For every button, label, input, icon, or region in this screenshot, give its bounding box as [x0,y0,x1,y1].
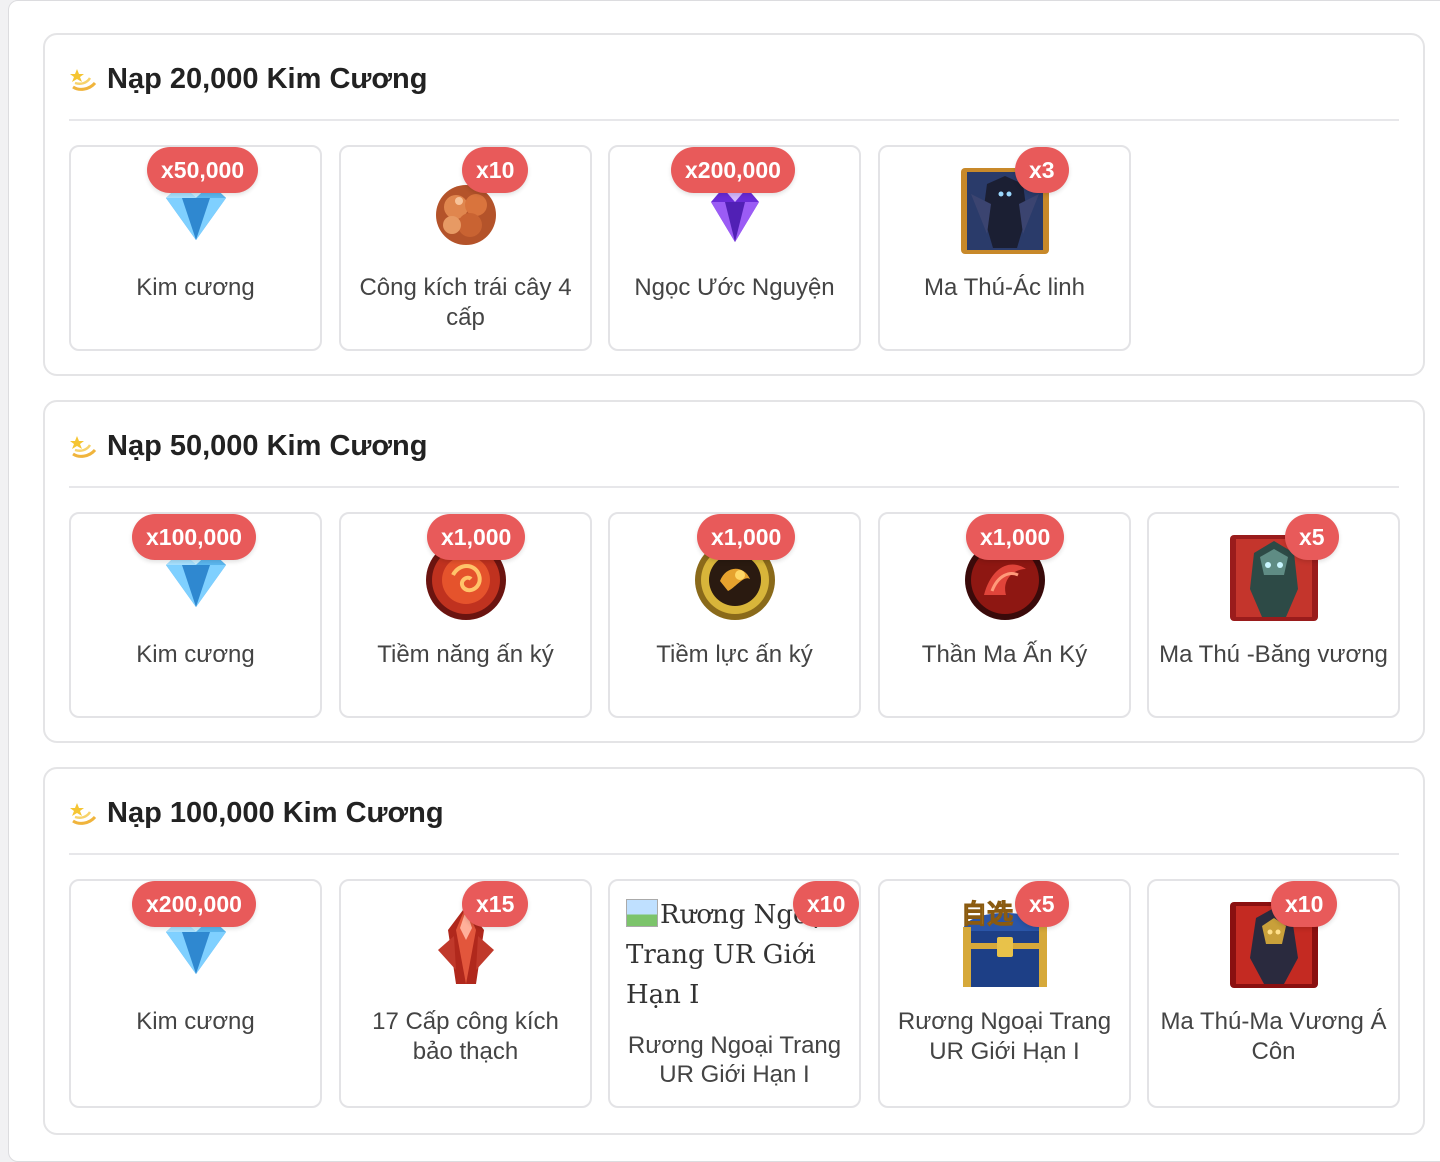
item-name: Rương Ngoại Trang UR Giới Hạn I [897,1008,1112,1065]
item-name: Tiềm lực ấn ký [656,641,813,668]
quantity-badge: x10 [462,147,529,193]
section-title: Nạp 50,000 Kim Cương [69,430,427,463]
item-name: Ma Thú -Băng vương [1159,641,1388,668]
section-divider [69,486,1399,488]
section-divider [69,119,1399,121]
item-name: 17 Cấp công kích bảo thạch [372,1008,559,1065]
section-divider [69,853,1399,855]
quantity-badge: x100,000 [132,514,256,560]
item-name: Ma Thú-Ma Vương Á Côn [1160,1008,1387,1065]
reward-item: x10 Công kích trái cây 4 cấp [339,145,592,351]
reward-item: x3 Ma Thú-Ác linh [878,145,1131,351]
item-name: Công kích trái cây 4 cấp [359,274,572,331]
quantity-badge: x1,000 [697,514,796,560]
reward-item: x1,000 Tiềm năng ấn ký [339,512,592,718]
quantity-badge: x200,000 [132,881,256,927]
item-name: Kim cương [136,274,255,301]
quantity-badge: x5 [1015,881,1069,927]
reward-item: x5 Ma Thú -Băng vương [1147,512,1400,718]
dizzy-star-icon [70,802,97,825]
reward-item: x50,000 Kim cương [69,145,322,351]
reward-section: Nạp 20,000 Kim Cương x50,000 Kim cương x… [43,33,1425,376]
reward-item: x200,000 Kim cương [69,879,322,1108]
reward-item: Rương Ngoại Trang UR Giới Hạn I x10 Rươn… [608,879,861,1108]
dizzy-star-icon [70,68,97,91]
reward-item: x100,000 Kim cương [69,512,322,718]
reward-item: x15 17 Cấp công kích bảo thạch [339,879,592,1108]
quantity-badge: x3 [1015,147,1069,193]
quantity-badge: x5 [1285,514,1339,560]
quantity-badge: x200,000 [671,147,795,193]
item-name: Ma Thú-Ác linh [924,274,1085,301]
item-name: Thần Ma Ấn Ký [921,641,1088,668]
item-name: Ngọc Ước Nguyện [634,274,835,301]
dizzy-star-icon [70,435,97,458]
section-title: Nạp 100,000 Kim Cương [69,797,444,830]
reward-section: Nạp 100,000 Kim Cương x200,000 Kim cương [43,767,1425,1135]
quantity-badge: x10 [1271,881,1338,927]
quantity-badge: x1,000 [966,514,1065,560]
item-name: Kim cương [136,641,255,668]
reward-item: 自选 x5 Rương Ngoại Trang UR Giới Hạn I [878,879,1131,1108]
svg-text:自选: 自选 [961,899,1013,930]
quantity-badge: x15 [462,881,529,927]
item-name: Tiềm năng ấn ký [377,641,554,668]
quantity-badge: x50,000 [147,147,259,193]
reward-section: Nạp 50,000 Kim Cương x100,000 Kim cương [43,400,1425,743]
reward-item: x10 Ma Thú-Ma Vương Á Côn [1147,879,1400,1108]
reward-item: x1,000 Thần Ma Ấn Ký [878,512,1131,718]
item-name: Kim cương [136,1008,255,1035]
section-title: Nạp 20,000 Kim Cương [69,63,427,96]
reward-item: x1,000 Tiềm lực ấn ký [608,512,861,718]
item-name: Rương Ngoại Trang UR Giới Hạn I [627,1032,842,1088]
quantity-badge: x1,000 [427,514,526,560]
reward-item: x200,000 Ngọc Ước Nguyện [608,145,861,351]
quantity-badge: x10 [793,881,859,927]
